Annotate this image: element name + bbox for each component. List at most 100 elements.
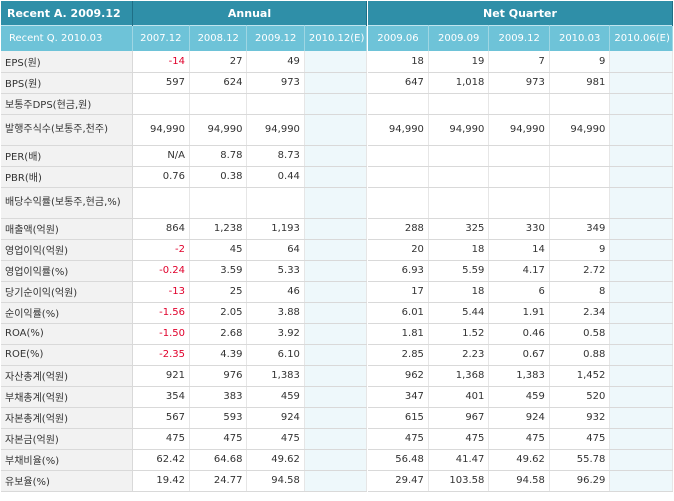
row-label: 자산총계(억원)	[1, 365, 133, 387]
cell-value: 976	[189, 365, 248, 387]
cell-value: 3.88	[246, 302, 305, 324]
cell-value: 967	[428, 407, 490, 429]
table-row: 유보율(%) 19.42 24.77 94.58 29.47 103.58 94.58 96.…	[1, 470, 673, 492]
cell-value: 475	[488, 428, 550, 450]
period-header-estimate: 2010.06(E)	[609, 25, 673, 51]
cell-value	[609, 323, 673, 345]
table-row: 부채총계(억원) 354 383 459 347 401 459 520	[1, 386, 673, 408]
cell-value: 567	[132, 407, 191, 429]
cell-value: 0.46	[488, 323, 550, 345]
cell-value: 49.62	[488, 449, 550, 471]
cell-value	[304, 302, 368, 324]
cell-value: 49	[246, 51, 305, 73]
cell-value	[488, 187, 550, 219]
cell-value	[488, 145, 550, 167]
row-label: 당기순이익(억원)	[1, 281, 133, 303]
cell-value: 14	[488, 239, 550, 261]
cell-value: 94,990	[428, 114, 490, 146]
row-label: 영업이익(억원)	[1, 239, 133, 261]
cell-value	[304, 323, 368, 345]
cell-value	[609, 260, 673, 282]
cell-value: -14	[132, 51, 191, 73]
cell-value	[428, 145, 490, 167]
row-label: PER(배)	[1, 145, 133, 167]
cell-value: 27	[189, 51, 248, 73]
table-row: EPS(원) -14 27 49 18 19 7 9	[1, 51, 673, 73]
cell-value: 94.58	[246, 470, 305, 492]
period-header: 2009.12	[246, 25, 305, 51]
cell-value: 932	[549, 407, 611, 429]
cell-value	[609, 344, 673, 366]
cell-value	[367, 187, 429, 219]
cell-value: 349	[549, 218, 611, 240]
table-row: 보통주DPS(현금,원)	[1, 93, 673, 115]
cell-value: 94,990	[189, 114, 248, 146]
cell-value: 8.73	[246, 145, 305, 167]
cell-value	[609, 114, 673, 146]
cell-value: 924	[488, 407, 550, 429]
cell-value: 6.10	[246, 344, 305, 366]
recent-annual-label: Recent A. 2009.12	[1, 1, 133, 26]
cell-value: -0.24	[132, 260, 191, 282]
cell-value: 981	[549, 72, 611, 94]
cell-value: 8	[549, 281, 611, 303]
cell-value: 962	[367, 365, 429, 387]
cell-value: 19.42	[132, 470, 191, 492]
cell-value	[304, 239, 368, 261]
cell-value	[609, 239, 673, 261]
cell-value	[304, 187, 368, 219]
cell-value: 41.47	[428, 449, 490, 471]
row-label: 자본총계(억원)	[1, 407, 133, 429]
cell-value	[304, 145, 368, 167]
cell-value	[609, 449, 673, 471]
cell-value	[132, 93, 191, 115]
cell-value	[609, 187, 673, 219]
cell-value: 94,990	[132, 114, 191, 146]
annual-group-header: Annual	[132, 1, 368, 26]
row-label: ROA(%)	[1, 323, 133, 345]
row-label: BPS(원)	[1, 72, 133, 94]
cell-value	[549, 93, 611, 115]
cell-value: 2.68	[189, 323, 248, 345]
cell-value: 1,193	[246, 218, 305, 240]
cell-value: 4.17	[488, 260, 550, 282]
cell-value: 475	[246, 428, 305, 450]
cell-value	[304, 114, 368, 146]
table-row: ROA(%) -1.50 2.68 3.92 1.81 1.52 0.46 0.58	[1, 323, 673, 345]
cell-value	[609, 407, 673, 429]
cell-value: 0.88	[549, 344, 611, 366]
period-header: 2007.12	[132, 25, 191, 51]
cell-value: 615	[367, 407, 429, 429]
cell-value: 6	[488, 281, 550, 303]
table-body: EPS(원) -14 27 49 18 19 7 9 BPS(원) 597 624 973 647 1,0…	[1, 51, 673, 492]
cell-value	[304, 428, 368, 450]
cell-value: 24.77	[189, 470, 248, 492]
cell-value	[488, 166, 550, 188]
cell-value: 18	[428, 281, 490, 303]
row-label: 부채비율(%)	[1, 449, 133, 471]
cell-value: 597	[132, 72, 191, 94]
cell-value: 624	[189, 72, 248, 94]
cell-value	[549, 166, 611, 188]
cell-value: 94,990	[488, 114, 550, 146]
cell-value	[304, 365, 368, 387]
cell-value: 1.91	[488, 302, 550, 324]
cell-value: 9	[549, 51, 611, 73]
table-row: 영업이익률(%) -0.24 3.59 5.33 6.93 5.59 4.17 2.72	[1, 260, 673, 282]
cell-value: 5.59	[428, 260, 490, 282]
period-header-estimate: 2010.12(E)	[304, 25, 368, 51]
cell-value	[304, 344, 368, 366]
cell-value	[304, 93, 368, 115]
net-quarter-group-header: Net Quarter	[367, 1, 673, 26]
table-row: ROE(%) -2.35 4.39 6.10 2.85 2.23 0.67 0.88	[1, 344, 673, 366]
row-label: 유보율(%)	[1, 470, 133, 492]
table-row: 매출액(억원) 864 1,238 1,193 288 325 330 349	[1, 218, 673, 240]
cell-value: 64	[246, 239, 305, 261]
cell-value: 46	[246, 281, 305, 303]
cell-value: 29.47	[367, 470, 429, 492]
cell-value: 520	[549, 386, 611, 408]
cell-value	[367, 93, 429, 115]
cell-value: 1,368	[428, 365, 490, 387]
row-label: 순이익률(%)	[1, 302, 133, 324]
cell-value: N/A	[132, 145, 191, 167]
